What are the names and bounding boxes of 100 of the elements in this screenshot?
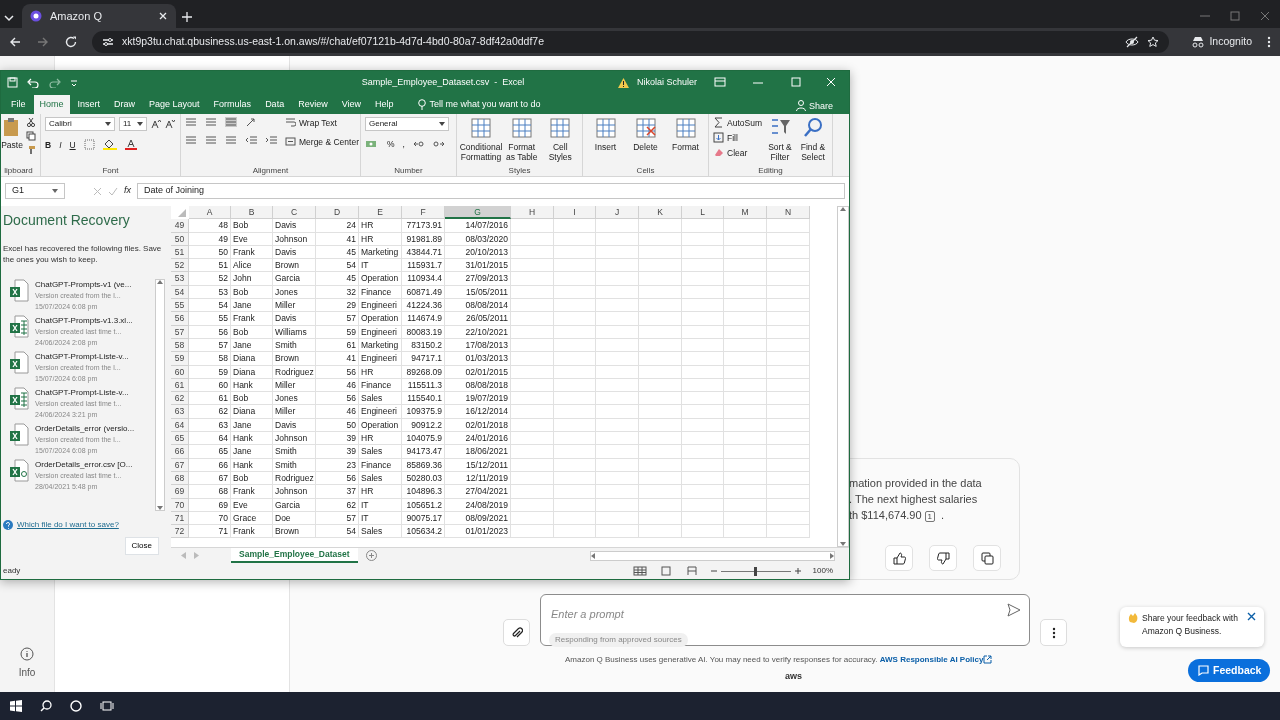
column-header[interactable]: L (682, 206, 724, 220)
save-icon[interactable] (7, 77, 18, 88)
bold-button[interactable]: B (45, 139, 52, 150)
back-icon[interactable] (8, 35, 22, 49)
ribbon-tab[interactable]: Page Layout (143, 94, 206, 114)
ribbon-button[interactable]: Format (667, 117, 704, 165)
row-header[interactable]: 66 (171, 445, 189, 459)
zoom-level[interactable]: 100% (812, 565, 833, 577)
ribbon-button[interactable]: Find & Select (798, 117, 828, 165)
customize-icon[interactable] (70, 77, 78, 88)
row-header[interactable]: 53 (171, 272, 189, 286)
row-header[interactable]: 56 (171, 312, 189, 326)
browser-tab[interactable]: Amazon Q (22, 4, 176, 28)
search-icon[interactable] (40, 700, 52, 712)
info-icon[interactable] (20, 647, 34, 661)
ribbon-tab[interactable]: File (5, 94, 32, 114)
shrink-font-icon[interactable] (165, 119, 175, 129)
page-layout-icon[interactable] (658, 566, 673, 576)
ribbon-button[interactable]: Sort & Filter (764, 117, 795, 165)
menu-icon[interactable] (1266, 35, 1272, 49)
scrollbar[interactable] (590, 550, 835, 561)
insert-function-label[interactable]: fx (124, 184, 131, 198)
close-button[interactable]: Close (124, 537, 159, 555)
row-header[interactable]: 59 (171, 352, 189, 366)
italic-button[interactable]: I (59, 139, 62, 150)
undo-icon[interactable] (26, 77, 40, 88)
font-name-field[interactable]: Calibri (45, 117, 115, 131)
column-header[interactable]: F (402, 206, 445, 220)
number-style-button[interactable]: , (402, 139, 405, 149)
ribbon-button[interactable]: Delete (627, 117, 664, 165)
scrollbar[interactable] (155, 279, 165, 511)
column-header[interactable]: B (231, 206, 273, 220)
column-header[interactable]: J (596, 206, 639, 220)
decrease-indent-icon[interactable] (245, 135, 257, 145)
ribbon-tab[interactable]: Formulas (207, 94, 258, 114)
underline-button[interactable]: U (69, 139, 76, 150)
row-header[interactable]: 63 (171, 405, 189, 419)
merge-center-button[interactable]: Merge & Center (285, 136, 359, 147)
ribbon-tab[interactable]: Home (33, 94, 70, 114)
cut-icon[interactable] (26, 117, 36, 127)
ribbon-button[interactable]: Conditional Formatting (461, 117, 501, 165)
redo-icon[interactable] (48, 77, 62, 88)
increase-decimal-icon[interactable] (412, 139, 425, 149)
forward-icon[interactable] (36, 35, 50, 49)
column-header[interactable]: D (316, 206, 359, 220)
tell-me-field[interactable]: Tell me what you want to do (417, 97, 541, 114)
formula-field[interactable]: Date of Joining (137, 183, 845, 199)
help-link[interactable]: Which file do I want to save? (17, 519, 119, 531)
format-painter-icon[interactable] (26, 145, 36, 155)
editing-button[interactable]: Fill (713, 132, 762, 143)
add-sheet-icon[interactable] (365, 550, 377, 561)
external-link-icon[interactable] (983, 655, 993, 665)
editing-button[interactable]: AutoSum (713, 117, 762, 128)
ribbon-tab[interactable]: Insert (71, 94, 107, 114)
column-header[interactable]: G (445, 206, 511, 220)
row-header[interactable]: 55 (171, 299, 189, 313)
fill-color-icon[interactable] (102, 139, 117, 150)
star-icon[interactable] (1147, 36, 1160, 48)
column-header[interactable]: H (511, 206, 554, 220)
zoom-in-icon[interactable] (794, 568, 801, 574)
row-header[interactable]: 65 (171, 432, 189, 446)
copy-button[interactable] (973, 545, 1001, 571)
name-box[interactable]: G1 (5, 183, 65, 199)
row-header[interactable]: 62 (171, 392, 189, 406)
scrollbar[interactable] (837, 206, 849, 547)
paste-button[interactable]: Paste (1, 117, 23, 165)
circle-icon[interactable] (70, 700, 82, 712)
feedback-button[interactable]: Feedback (1188, 659, 1270, 682)
column-header[interactable]: M (724, 206, 767, 220)
check-icon[interactable] (108, 186, 118, 196)
ribbon-tab[interactable]: Data (259, 94, 291, 114)
row-header[interactable]: 72 (171, 525, 189, 539)
ribbon-tab[interactable]: Draw (108, 94, 142, 114)
zoom-out-icon[interactable] (710, 568, 717, 574)
thumbs-up-button[interactable] (885, 545, 913, 571)
ribbon-button[interactable]: Format as Table (504, 117, 540, 165)
ribbon-button[interactable]: Insert (587, 117, 624, 165)
ribbon-button[interactable]: Cell Styles (542, 117, 578, 165)
thumbs-down-button[interactable] (929, 545, 957, 571)
send-icon[interactable] (1007, 603, 1021, 617)
info-label[interactable]: Info (18, 665, 36, 680)
reload-icon[interactable] (64, 35, 78, 49)
normal-view-icon[interactable] (632, 566, 647, 576)
eye-off-icon[interactable] (1125, 36, 1140, 48)
font-size-field[interactable]: 11 (119, 117, 147, 131)
grow-font-icon[interactable] (151, 119, 161, 129)
row-header[interactable]: 49 (171, 219, 189, 233)
row-header[interactable]: 52 (171, 259, 189, 273)
wrap-text-button[interactable]: Wrap Text (285, 117, 359, 128)
policy-link[interactable]: AWS Responsible AI Policy (879, 655, 984, 664)
copy-icon[interactable] (26, 131, 36, 141)
number-format-field[interactable]: General (365, 117, 449, 131)
column-header[interactable]: E (359, 206, 402, 220)
font-color-icon[interactable] (124, 139, 137, 150)
column-header[interactable]: I (554, 206, 596, 220)
address-bar[interactable]: xkt9p3tu.chat.qbusiness.us-east-1.on.aws/#/chat/ef07121b-4d7d-4bd0-80a7-8df42a0ddf7e (92, 31, 1170, 53)
page-break-icon[interactable] (684, 566, 699, 576)
column-header[interactable]: A (189, 206, 231, 220)
close-icon[interactable] (1247, 612, 1256, 621)
increase-indent-icon[interactable] (265, 135, 277, 145)
